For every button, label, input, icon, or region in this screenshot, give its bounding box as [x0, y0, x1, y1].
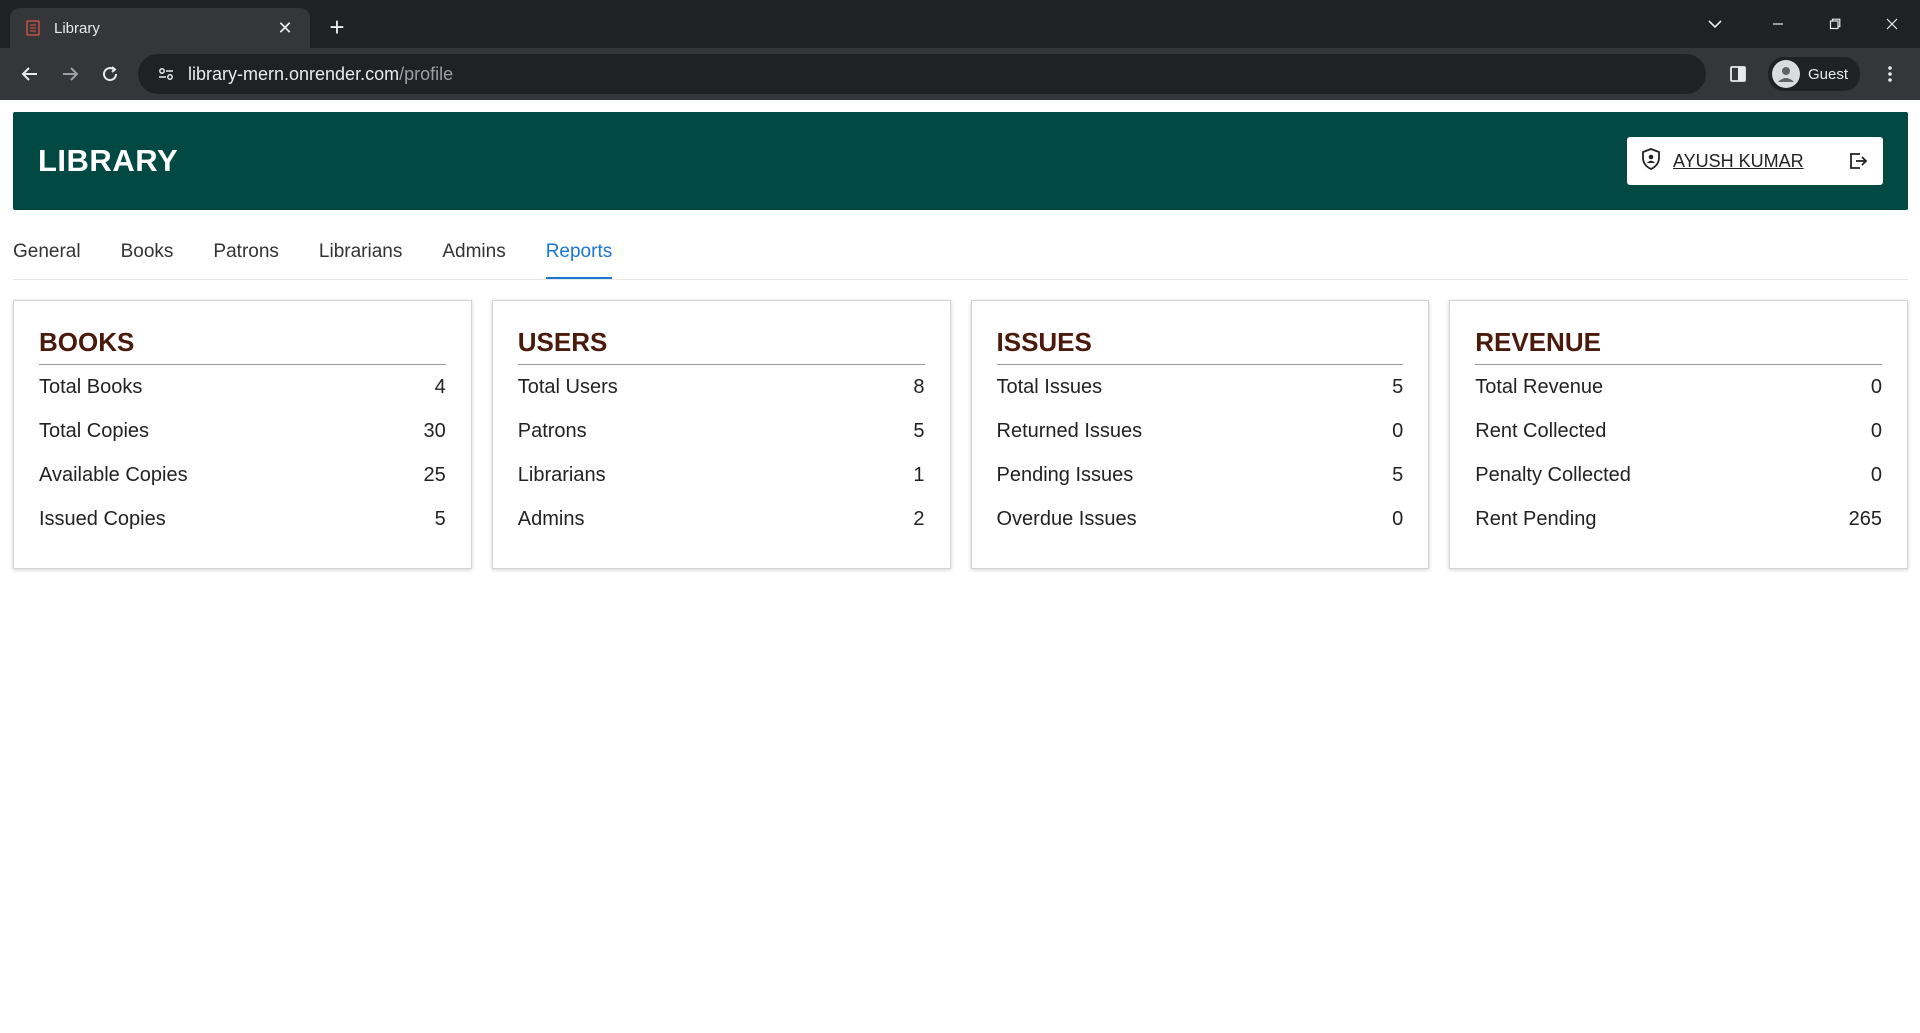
- stat-label: Total Issues: [996, 375, 1103, 398]
- stat-label: Librarians: [517, 463, 606, 486]
- page-content: LIBRARY AYUSH KUMAR General Books Patron…: [0, 100, 1920, 569]
- stat-label: Available Copies: [39, 463, 188, 486]
- app-title: LIBRARY: [38, 143, 179, 178]
- book-icon: [24, 19, 42, 37]
- stat-value: 5: [1392, 463, 1404, 486]
- books-card: BOOKS Total Books 4 Total Copies 30 Availa…: [13, 300, 472, 569]
- nav-tabs: General Books Patrons Librarians Admins …: [13, 210, 1908, 280]
- card-title: REVENUE: [1475, 327, 1882, 365]
- user-name-link[interactable]: AYUSH KUMAR: [1673, 151, 1845, 172]
- stat-value: 0: [1870, 419, 1882, 442]
- stat-row: Rent Collected 0: [1475, 409, 1882, 453]
- stat-row: Issued Copies 5: [39, 497, 446, 541]
- address-bar[interactable]: library-mern.onrender.com/profile: [138, 54, 1706, 94]
- guest-avatar-icon: [1771, 60, 1800, 88]
- report-cards: BOOKS Total Books 4 Total Copies 30 Availa…: [13, 300, 1908, 569]
- browser-tab-title: Library: [54, 19, 100, 37]
- logout-icon[interactable]: [1845, 148, 1871, 174]
- stat-value: 265: [1848, 507, 1882, 530]
- profile-label: Guest: [1807, 65, 1848, 83]
- tab-books[interactable]: Books: [121, 241, 174, 279]
- stat-value: 30: [423, 419, 446, 442]
- stat-label: Patrons: [517, 419, 587, 442]
- restore-icon[interactable]: [1806, 0, 1863, 48]
- stat-label: Total Users: [517, 375, 618, 398]
- card-title: ISSUES: [996, 327, 1404, 365]
- reload-icon[interactable]: [90, 54, 130, 94]
- stat-value: 4: [434, 375, 446, 398]
- new-tab-icon[interactable]: +: [322, 12, 352, 42]
- users-card: USERS Total Users 8 Patrons 5 Librarians 1 …: [491, 300, 951, 569]
- stat-label: Issued Copies: [39, 507, 166, 530]
- revenue-card: REVENUE Total Revenue 0 Rent Collected 0 P…: [1449, 300, 1908, 569]
- stat-row: Patrons 5: [518, 409, 925, 453]
- browser-tab[interactable]: Library ✕: [10, 8, 310, 48]
- stat-label: Total Revenue: [1475, 375, 1604, 398]
- stat-row: Total Revenue 0: [1475, 365, 1882, 409]
- stat-row: Admins 2: [518, 497, 925, 541]
- side-panel-icon[interactable]: [1718, 54, 1758, 94]
- close-tab-icon[interactable]: ✕: [274, 18, 296, 39]
- app-header: LIBRARY AYUSH KUMAR: [13, 112, 1908, 210]
- tab-search-icon[interactable]: [1700, 10, 1730, 38]
- stat-row: Rent Pending 265: [1475, 497, 1882, 541]
- stat-row: Total Users 8: [518, 365, 925, 409]
- tab-general[interactable]: General: [13, 241, 81, 279]
- browser-toolbar: library-mern.onrender.com/profile Guest: [0, 48, 1920, 100]
- issues-card: ISSUES Total Issues 5 Returned Issues 0 Pe…: [970, 300, 1430, 569]
- stat-label: Rent Collected: [1475, 419, 1607, 442]
- stat-label: Total Books: [39, 375, 143, 398]
- stat-value: 25: [423, 463, 446, 486]
- card-title: BOOKS: [39, 327, 446, 365]
- url-host: library-mern.onrender.com: [188, 63, 400, 84]
- stat-label: Admins: [517, 507, 585, 530]
- back-icon[interactable]: [10, 54, 50, 94]
- tab-reports[interactable]: Reports: [545, 241, 613, 279]
- stat-row: Returned Issues 0: [997, 409, 1404, 453]
- tab-patrons[interactable]: Patrons: [213, 241, 278, 279]
- stat-value: 8: [913, 375, 925, 398]
- stat-label: Total Copies: [39, 419, 150, 442]
- tab-admins[interactable]: Admins: [442, 241, 505, 279]
- user-box: AYUSH KUMAR: [1627, 137, 1883, 185]
- browser-tab-strip: Library ✕ +: [0, 0, 1920, 48]
- forward-icon[interactable]: [50, 54, 90, 94]
- minimize-icon[interactable]: [1749, 0, 1806, 48]
- stat-row: Overdue Issues 0: [997, 497, 1404, 541]
- stat-value: 0: [1392, 507, 1404, 530]
- stat-value: 0: [1392, 419, 1404, 442]
- stat-label: Penalty Collected: [1475, 463, 1631, 486]
- shield-user-icon: [1641, 147, 1661, 175]
- menu-kebab-icon[interactable]: [1870, 54, 1910, 94]
- stat-row: Total Issues 5: [997, 365, 1404, 409]
- stat-row: Penalty Collected 0: [1475, 453, 1882, 497]
- card-title: USERS: [517, 327, 925, 365]
- url-path: /profile: [399, 63, 454, 84]
- stat-row: Librarians 1: [518, 453, 925, 497]
- stat-row: Available Copies 25: [39, 453, 446, 497]
- stat-value: 0: [1870, 463, 1882, 486]
- stat-value: 5: [913, 419, 925, 442]
- stat-label: Overdue Issues: [996, 507, 1137, 530]
- close-window-icon[interactable]: [1863, 0, 1920, 48]
- profile-button[interactable]: Guest: [1767, 57, 1860, 91]
- tab-librarians[interactable]: Librarians: [319, 241, 402, 279]
- stat-label: Pending Issues: [996, 463, 1134, 486]
- stat-value: 5: [1392, 375, 1404, 398]
- stat-row: Total Books 4: [39, 365, 446, 409]
- site-info-icon[interactable]: [152, 60, 180, 88]
- stat-row: Total Copies 30: [39, 409, 446, 453]
- stat-label: Returned Issues: [996, 419, 1143, 442]
- stat-value: 5: [434, 507, 446, 530]
- stat-value: 0: [1870, 375, 1882, 398]
- stat-value: 1: [913, 463, 925, 486]
- stat-label: Rent Pending: [1475, 507, 1597, 530]
- stat-value: 2: [913, 507, 925, 530]
- stat-row: Pending Issues 5: [997, 453, 1404, 497]
